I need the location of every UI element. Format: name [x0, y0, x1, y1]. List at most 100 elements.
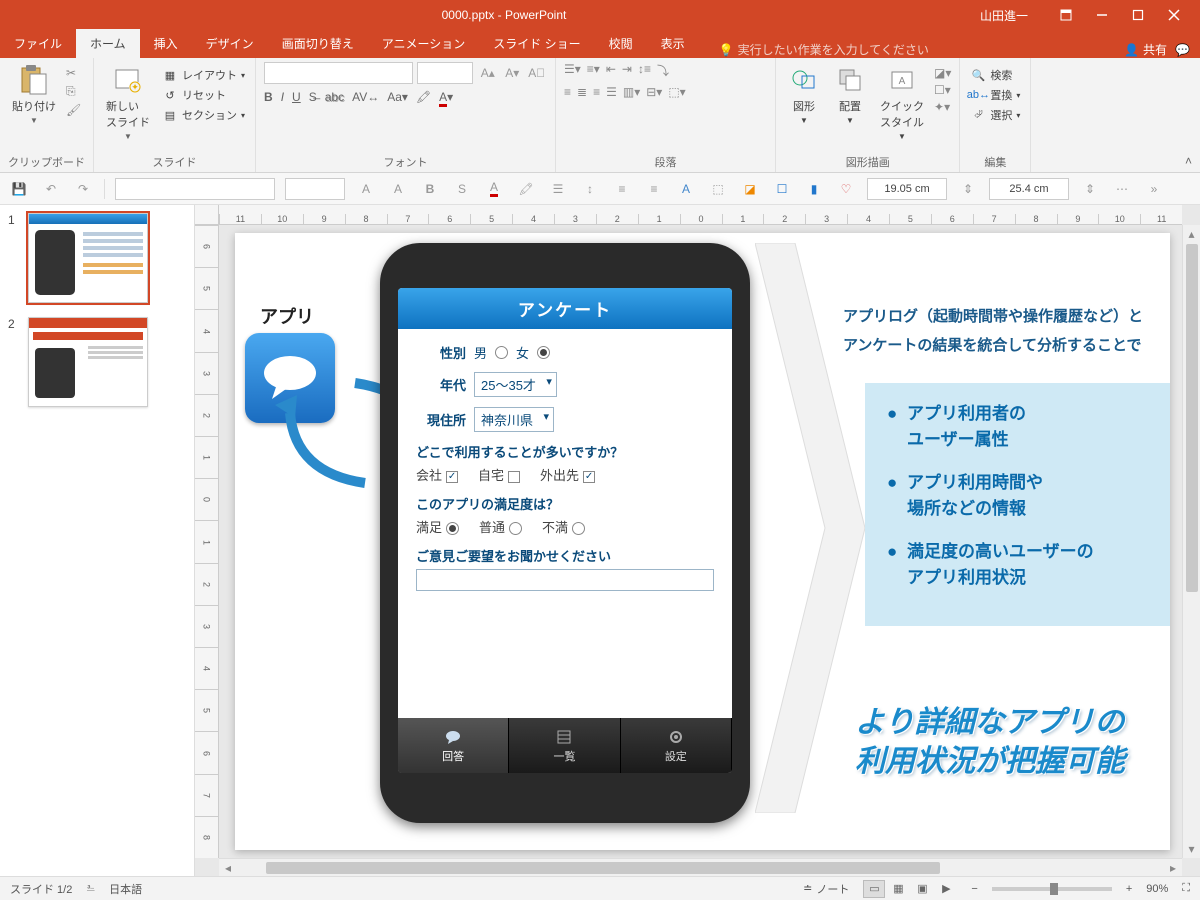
clear-format-icon[interactable]: A⃠: [527, 62, 548, 84]
addr-select[interactable]: 神奈川県: [474, 407, 554, 432]
slide-canvas[interactable]: アプリ アンケート 性別 男 女: [235, 233, 1170, 850]
radio-female[interactable]: [537, 346, 550, 359]
language-indicator[interactable]: 日本語: [109, 881, 142, 897]
shape-fill-button[interactable]: ◪▾: [934, 66, 951, 80]
fit-to-window-button[interactable]: ⛶: [1182, 882, 1190, 895]
tab-design[interactable]: デザイン: [192, 29, 268, 58]
radio-sat[interactable]: [446, 522, 459, 535]
radio-normal[interactable]: [509, 522, 522, 535]
horizontal-scrollbar[interactable]: ◂ ▸: [219, 858, 1182, 876]
bullets-button[interactable]: ☰▾: [564, 62, 581, 79]
zoom-level[interactable]: 90%: [1146, 883, 1168, 895]
align-right-button[interactable]: ≡: [593, 85, 600, 99]
qat-more-icon[interactable]: ⋯: [1111, 178, 1133, 200]
tab-home[interactable]: ホーム: [76, 29, 140, 58]
align-text-button[interactable]: ⊟▾: [646, 85, 662, 99]
cut-icon[interactable]: ✂: [66, 66, 81, 80]
columns-button[interactable]: ▥▾: [623, 85, 640, 99]
qat-font-combo[interactable]: [115, 178, 275, 200]
slide-thumbnails-panel[interactable]: 1 2: [0, 205, 195, 876]
highlight-button[interactable]: 🖍: [416, 90, 431, 104]
qat-highlight-icon[interactable]: 🖍: [515, 178, 537, 200]
shadow-button[interactable]: abc: [325, 90, 344, 104]
phone-tab-settings[interactable]: 設定: [621, 718, 732, 773]
section-button[interactable]: ▤セクション▾: [160, 106, 247, 124]
align-center-button[interactable]: ≣: [577, 85, 587, 99]
collapse-ribbon-button[interactable]: ˄: [1177, 150, 1200, 172]
zoom-slider[interactable]: [992, 887, 1112, 891]
line-spacing-button[interactable]: ↕≡: [638, 62, 651, 79]
maximize-button[interactable]: [1120, 0, 1156, 30]
thumbnail-1[interactable]: 1: [8, 213, 186, 303]
indent-dec-button[interactable]: ⇤: [606, 62, 616, 79]
share-button[interactable]: 👤 共有: [1124, 41, 1167, 58]
font-color-button[interactable]: A▾: [439, 90, 453, 104]
tab-view[interactable]: 表示: [647, 29, 699, 58]
feedback-input[interactable]: [416, 569, 714, 591]
shape-outline-button[interactable]: ☐▾: [934, 83, 951, 97]
ribbon-options-icon[interactable]: [1048, 0, 1084, 30]
shape-effects-button[interactable]: ✦▾: [934, 100, 951, 114]
zoom-in-button[interactable]: +: [1126, 883, 1132, 895]
phone-tab-list[interactable]: 一覧: [509, 718, 620, 773]
qat-spacing-icon[interactable]: ↕: [579, 178, 601, 200]
thumbnail-preview[interactable]: [28, 317, 148, 407]
font-size-combo[interactable]: [417, 62, 473, 84]
thumbnail-preview[interactable]: [28, 213, 148, 303]
user-name[interactable]: 山田進一: [980, 7, 1028, 24]
save-icon[interactable]: 💾: [8, 178, 30, 200]
qat-textfx-icon[interactable]: A: [675, 178, 697, 200]
qat-size-combo[interactable]: [285, 178, 345, 200]
shape-width-input[interactable]: 25.4 cm: [989, 178, 1069, 200]
tab-review[interactable]: 校閲: [595, 29, 647, 58]
slideshow-view-button[interactable]: ▶: [935, 880, 957, 898]
underline-button[interactable]: U: [292, 90, 301, 104]
spacing-button[interactable]: AV↔: [352, 90, 379, 104]
undo-icon[interactable]: ↶: [40, 178, 62, 200]
smartart-button[interactable]: ⬚▾: [668, 85, 685, 99]
qat-heart-icon[interactable]: ♡: [835, 178, 857, 200]
qat-bold-icon[interactable]: B: [419, 178, 441, 200]
qat-overflow-icon[interactable]: »: [1143, 178, 1165, 200]
qat-shadow-icon[interactable]: S: [451, 178, 473, 200]
chk-office[interactable]: [446, 471, 458, 483]
scroll-right-arrow[interactable]: ▸: [1164, 861, 1182, 875]
slide-counter[interactable]: スライド 1/2: [10, 881, 72, 897]
shape-height-input[interactable]: 19.05 cm: [867, 178, 947, 200]
numbering-button[interactable]: ≡▾: [587, 62, 600, 79]
qat-align2-icon[interactable]: ≡: [643, 178, 665, 200]
scroll-down-arrow[interactable]: ▾: [1188, 840, 1194, 858]
chk-outside[interactable]: [583, 471, 595, 483]
bold-button[interactable]: B: [264, 90, 273, 104]
phone-tab-answer[interactable]: 回答: [398, 718, 509, 773]
format-painter-icon[interactable]: 🖌: [66, 103, 81, 117]
stepper-icon[interactable]: ⇕: [1079, 178, 1101, 200]
vertical-ruler[interactable]: 654321012345678: [195, 225, 219, 858]
reading-view-button[interactable]: ▣: [911, 880, 933, 898]
qat-outline-icon[interactable]: ☐: [771, 178, 793, 200]
indent-inc-button[interactable]: ⇥: [622, 62, 632, 79]
chk-home[interactable]: [508, 471, 520, 483]
spellcheck-icon[interactable]: ⎁: [86, 882, 95, 895]
select-button[interactable]: ⮰選択▾: [968, 106, 1022, 124]
font-family-combo[interactable]: [264, 62, 413, 84]
scroll-up-arrow[interactable]: ▴: [1188, 225, 1194, 243]
scroll-left-arrow[interactable]: ◂: [219, 861, 237, 875]
quick-styles-button[interactable]: A クイック スタイル▼: [876, 62, 928, 143]
normal-view-button[interactable]: ▭: [863, 880, 885, 898]
minimize-button[interactable]: [1084, 0, 1120, 30]
qat-bullets-icon[interactable]: ☰: [547, 178, 569, 200]
radio-male[interactable]: [495, 346, 508, 359]
comments-icon[interactable]: 💬: [1175, 43, 1190, 57]
qat-align-icon[interactable]: ≡: [611, 178, 633, 200]
tab-slideshow[interactable]: スライド ショー: [479, 29, 594, 58]
horizontal-ruler[interactable]: 111098765432101234567891011: [219, 205, 1182, 225]
reset-button[interactable]: ↺リセット: [160, 86, 247, 104]
strike-button[interactable]: S̶: [309, 90, 317, 104]
qat-convert-icon[interactable]: ⬚: [707, 178, 729, 200]
italic-button[interactable]: I: [281, 90, 284, 104]
qat-grow-font-icon[interactable]: A: [355, 178, 377, 200]
increase-font-icon[interactable]: A▴: [477, 62, 498, 84]
scroll-thumb[interactable]: [266, 862, 940, 874]
replace-button[interactable]: ab↔置換▾: [968, 86, 1022, 104]
